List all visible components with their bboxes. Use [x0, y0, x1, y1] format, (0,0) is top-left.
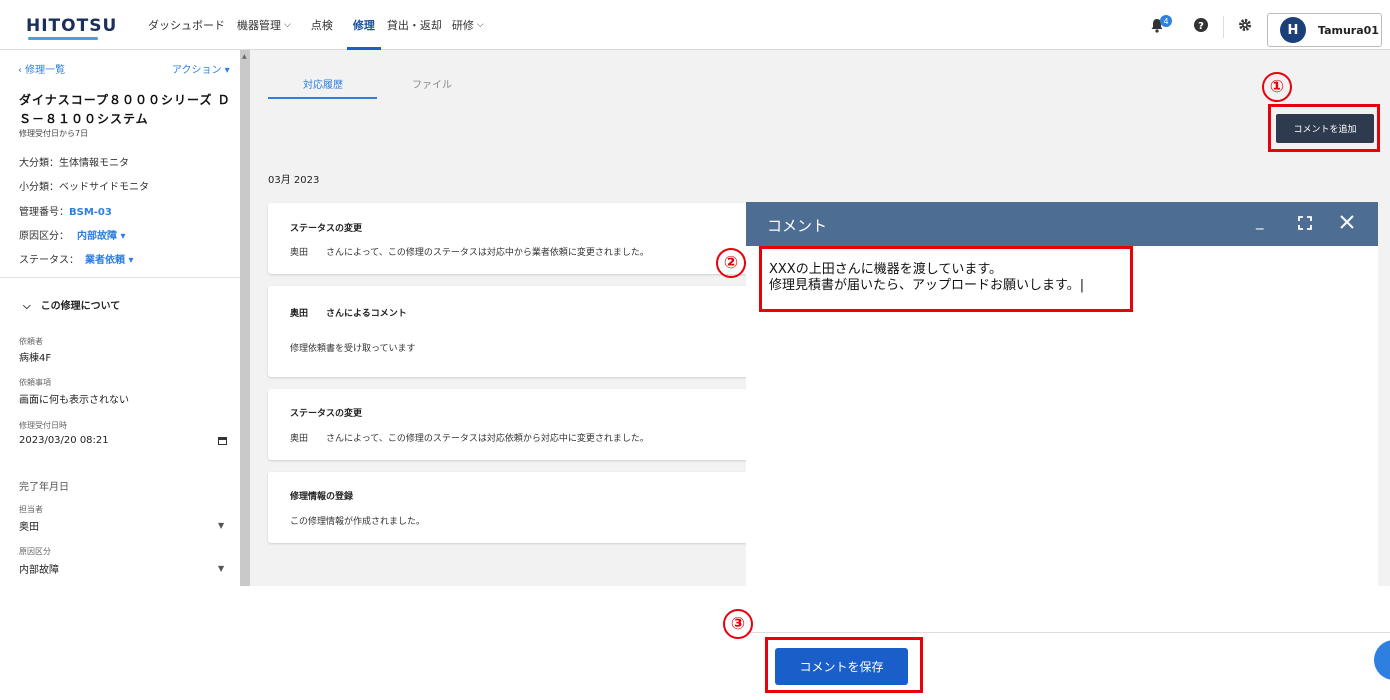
card-text: 修理依頼書を受け取っています	[290, 344, 416, 354]
received-date-label: 修理受付日時	[19, 421, 67, 430]
completed-date-label[interactable]: 完了年月日	[19, 478, 69, 493]
comment-panel-header: コメント _	[746, 202, 1378, 246]
header-divider	[1223, 16, 1224, 38]
highlight-save-comment	[765, 637, 923, 693]
card-text: 奥田 さんによって、この修理のステータスは対応中から業者依頼に変更されました。	[290, 248, 649, 258]
nav-lending[interactable]: 貸出・返却	[387, 0, 442, 50]
annotation-step-2: ②	[716, 248, 746, 278]
calendar-icon[interactable]	[218, 437, 227, 445]
chevron-down-icon: ⌵	[284, 20, 291, 30]
comment-panel-title: コメント	[767, 217, 828, 235]
nav-equipment[interactable]: 機器管理 ⌵	[237, 0, 291, 50]
active-tab-indicator	[268, 97, 377, 99]
cause-dropdown[interactable]: 内部故障 ▾	[77, 231, 126, 242]
back-to-repair-list-link[interactable]: ‹ 修理一覧	[18, 61, 65, 76]
minor-category: 小分類：ベッドサイドモニタ	[19, 182, 149, 193]
card-title: ステータスの変更	[290, 409, 363, 419]
nav-repair[interactable]: 修理	[346, 0, 381, 50]
cause-category: 原因区分： 内部故障 ▾	[19, 231, 126, 242]
tab-history[interactable]: 対応履歴	[303, 76, 343, 91]
close-icon[interactable]	[1340, 215, 1354, 233]
tab-files[interactable]: ファイル	[412, 76, 452, 91]
equipment-title: ダイナスコープ８０００シリーズ ＤＳ－８１００システム	[19, 93, 231, 126]
assignee-label: 担当者	[19, 505, 43, 514]
received-date-input[interactable]: 2023/03/20 08:21	[19, 435, 109, 446]
card-title: ステータスの変更	[290, 224, 363, 234]
month-heading: 03月 2023	[268, 175, 320, 186]
avatar: H	[1280, 17, 1306, 43]
logo-underline	[28, 37, 98, 40]
svg-text:?: ?	[1198, 21, 1204, 32]
nav-training[interactable]: 研修 ⌵	[452, 0, 484, 50]
repair-elapsed: 修理受付日から7日	[19, 129, 89, 138]
user-name: Tamura01	[1318, 23, 1379, 37]
request-value[interactable]: 画面に何も表示されない	[19, 391, 129, 406]
about-repair-section-toggle[interactable]: ⌵ この修理について	[23, 297, 120, 312]
highlight-add-comment	[1268, 104, 1380, 152]
scroll-up-icon[interactable]: ▲	[242, 53, 247, 60]
caret-down-icon[interactable]: ▼	[218, 564, 224, 573]
app-logo[interactable]: HITOTSU	[26, 16, 117, 36]
maximize-icon[interactable]	[1298, 216, 1312, 234]
management-number: 管理番号：BSM-03	[19, 207, 112, 218]
cause-select[interactable]: 内部故障	[19, 561, 59, 576]
history-card: 奥田 さんによるコメント 修理依頼書を受け取っています	[268, 286, 748, 377]
gear-icon[interactable]	[1238, 18, 1252, 36]
nav-inspection[interactable]: 点検	[311, 0, 333, 50]
cause-field-label: 原因区分	[19, 547, 51, 556]
management-number-link[interactable]: BSM-03	[69, 207, 112, 218]
help-icon[interactable]: ?	[1194, 18, 1208, 36]
status: ステータス： 業者依頼 ▾	[19, 255, 134, 266]
sidebar-divider	[0, 277, 240, 278]
major-category: 大分類：生体情報モニタ	[19, 158, 129, 169]
requester-label: 依頼者	[19, 337, 43, 346]
chevron-down-icon: ⌵	[476, 20, 484, 30]
user-menu-button[interactable]: H Tamura01	[1267, 13, 1382, 47]
request-label: 依頼事項	[19, 378, 51, 387]
sidebar-scrollbar[interactable]	[240, 50, 250, 586]
requester-value[interactable]: 病棟4F	[19, 349, 51, 364]
caret-down-icon[interactable]: ▼	[218, 521, 224, 530]
nav-dashboard[interactable]: ダッシュボード	[148, 0, 225, 50]
repair-detail-sidebar: ‹ 修理一覧 アクション ▾ ダイナスコープ８０００シリーズ ＤＳ－８１００シス…	[0, 50, 240, 586]
history-card: 修理情報の登録 この修理情報が作成されました。	[268, 472, 748, 543]
card-text: この修理情報が作成されました。	[290, 517, 426, 527]
chevron-down-icon: ⌵	[23, 301, 31, 312]
highlight-comment-text	[759, 246, 1133, 312]
annotation-step-1: ①	[1262, 72, 1292, 102]
floating-help-button[interactable]	[1374, 640, 1390, 680]
annotation-step-3: ③	[723, 609, 753, 639]
notification-badge: 4	[1160, 15, 1172, 27]
main-nav: ダッシュボード 機器管理 ⌵ 点検 修理 貸出・返却 研修 ⌵	[148, 0, 504, 50]
minimize-icon[interactable]: _	[1256, 212, 1264, 230]
action-menu[interactable]: アクション ▾	[172, 61, 230, 76]
card-title: 修理情報の登録	[290, 492, 354, 502]
history-card: ステータスの変更 奥田 さんによって、この修理のステータスは対応中から業者依頼に…	[268, 203, 748, 274]
assignee-select[interactable]: 奥田	[19, 518, 39, 533]
comment-panel-footer-divider	[746, 632, 1390, 633]
top-header: HITOTSU ダッシュボード 機器管理 ⌵ 点検 修理 貸出・返却 研修 ⌵ 4 …	[0, 0, 1390, 50]
history-card: ステータスの変更 奥田 さんによって、この修理のステータスは対応依頼から対応中に…	[268, 389, 748, 460]
card-text: 奥田 さんによって、この修理のステータスは対応依頼から対応中に変更されました。	[290, 434, 649, 444]
card-title: 奥田 さんによるコメント	[290, 309, 407, 319]
status-dropdown[interactable]: 業者依頼 ▾	[85, 255, 134, 266]
